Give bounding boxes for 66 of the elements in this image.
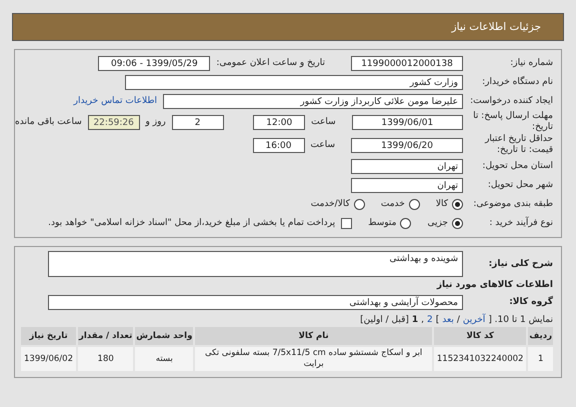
checkbox-label: پرداخت تمام یا بخشی از مبلغ خرید،از محل "اسناد خزانه اسلامی" خواهد بود.: [48, 218, 336, 228]
radio-button[interactable]: [452, 198, 463, 210]
field-label: نام دستگاه خریدار:: [481, 76, 554, 88]
field-label: گروه کالا:: [508, 296, 554, 308]
pager-link[interactable]: 2: [427, 315, 433, 325]
pager-text: نمایش 1 تا 10. [: [488, 315, 553, 325]
table-cell: ابر و اسکاج شستشو ساده 7/5x11/5 cm بسته سلفونی تکی برایت: [195, 347, 432, 371]
field-label: تاریخ و ساعت اعلان عمومی:: [216, 58, 325, 68]
field-label: شماره نیاز:: [509, 58, 554, 68]
column-header: تاریخ نیاز: [21, 327, 76, 345]
radio-button[interactable]: [452, 218, 463, 228]
checkbox[interactable]: [341, 218, 352, 228]
field-label: ایجاد کننده درخواست:: [469, 96, 554, 106]
pager-text: ,: [421, 315, 424, 325]
field-label: ساعت: [311, 117, 336, 127]
pager-text: ]: [436, 315, 440, 325]
description-field[interactable]: شوینده و بهداشتی: [48, 251, 463, 277]
header-title: جزئیات اطلاعات نیاز: [452, 21, 541, 33]
column-header: نام کالا: [195, 327, 432, 345]
pager-text: [قبل / اولین]: [360, 315, 409, 325]
radio-label: متوسط: [368, 218, 396, 228]
pager-link[interactable]: بعد: [442, 315, 454, 325]
field-label: نوع فرآیند خرید :: [488, 218, 554, 228]
field-label: استان محل تحویل:: [481, 160, 554, 172]
radio-button[interactable]: [408, 198, 420, 210]
table-cell: 1: [528, 347, 553, 371]
pager-link[interactable]: آخرین: [462, 315, 486, 325]
pager-text: /: [456, 315, 460, 325]
buyer-contact-link[interactable]: اطلاعات تماس خریدار: [74, 96, 157, 106]
text-field[interactable]: 16:00: [252, 138, 304, 152]
radio-button[interactable]: [400, 218, 412, 228]
column-header: واحد شمارش: [135, 327, 194, 345]
text-field[interactable]: 1399/06/01: [352, 114, 463, 130]
field-label: حداقل تاریخ اعتبار قیمت: تا تاریخ:: [484, 134, 554, 156]
table-cell: بسته: [135, 347, 194, 371]
current-page: 1: [412, 315, 418, 325]
text-field[interactable]: 1399/06/20: [351, 138, 463, 152]
goods-group-field[interactable]: محصولات آرایشی و بهداشتی: [48, 294, 463, 310]
field-label: روز و: [146, 117, 166, 127]
column-header: تعداد / مقدار: [78, 327, 134, 345]
text-field[interactable]: علیرضا مومن علائی کاربرداز وزارت کشور: [163, 94, 463, 108]
text-field[interactable]: 12:00: [253, 114, 306, 130]
field-label: طبقه بندی موضوعی:: [472, 198, 554, 210]
radio-label: خدمت: [380, 199, 405, 209]
section-heading: اطلاعات کالاهای مورد نیاز: [436, 280, 554, 290]
radio-label: کالا: [436, 199, 448, 209]
text-field[interactable]: تهران: [351, 178, 463, 192]
radio-label: کالا/خدمت: [310, 199, 350, 209]
field-label: شرح کلی نیاز:: [488, 258, 554, 270]
radio-label: جزیی: [427, 218, 448, 228]
field-label: شهر محل تحویل:: [486, 180, 554, 190]
text-field[interactable]: تهران: [351, 158, 463, 174]
text-field[interactable]: 1399/05/29 - 09:06: [98, 56, 210, 70]
table-cell: 1152341032240002: [434, 347, 526, 371]
field-label: مهلت ارسال پاسخ: تا تاریخ:: [472, 111, 554, 133]
column-header: ردیف: [528, 327, 553, 345]
column-header: کد کالا: [434, 327, 526, 345]
field-label: ساعت باقی مانده: [15, 117, 82, 127]
field-label: ساعت: [310, 140, 335, 150]
table-cell: 180: [78, 347, 134, 371]
radio-button[interactable]: [354, 198, 365, 210]
text-field[interactable]: 2: [172, 114, 224, 130]
text-field[interactable]: 1199000012000138: [351, 56, 463, 70]
text-field[interactable]: وزارت کشور: [125, 74, 463, 90]
table-cell: 1399/06/02: [21, 347, 76, 371]
countdown-field[interactable]: 22:59:26: [88, 114, 140, 130]
